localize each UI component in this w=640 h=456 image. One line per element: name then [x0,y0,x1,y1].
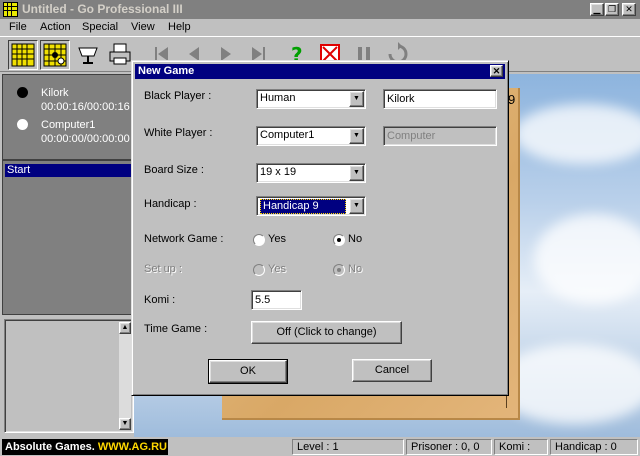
scale-icon[interactable] [74,40,104,70]
close-button[interactable]: ✕ [622,3,636,16]
maximize-button[interactable]: ❐ [605,3,619,16]
dialog-title: New Game [138,65,195,77]
cancel-button[interactable]: Cancel [352,359,432,382]
title-bar: Untitled - Go Professional III ▁ ❐ ✕ [0,0,640,19]
minimize-button[interactable]: ▁ [590,3,604,16]
network-game-label: Network Game : [144,233,224,245]
dialog-close-icon[interactable]: ✕ [490,65,503,77]
cloud [514,104,640,164]
handicap-label: Handicap : [144,198,197,210]
radio-dot [253,264,265,276]
cloud [534,214,640,304]
chevron-down-icon[interactable]: ▼ [349,128,364,144]
board-size-select[interactable]: 19 x 19 ▼ [256,163,366,183]
setup-no-label: No [348,263,363,275]
menu-action[interactable]: Action [40,21,71,33]
white-player-label: White Player : [144,127,213,139]
window-title: Untitled - Go Professional III [22,2,183,16]
white-player-name: Computer1 [41,119,96,131]
time-game-label: Time Game : [144,323,208,335]
chevron-down-icon[interactable]: ▼ [349,198,364,214]
white-name-field: Computer [383,126,497,146]
handicap-select[interactable]: Handicap 9 ▼ [256,196,366,216]
brand-text: Absolute Games. [5,441,95,453]
scroll-up-icon[interactable]: ▲ [119,322,131,334]
time-game-button[interactable]: Off (Click to change) [251,321,402,344]
white-player-value: Computer1 [260,129,315,141]
status-bar: Absolute Games. WWW.AG.RU Level : 1 Pris… [0,437,640,456]
black-stone-icon [17,87,28,98]
white-player-select[interactable]: Computer1 ▼ [256,126,366,146]
board-size-label: Board Size : [144,164,204,176]
menu-view[interactable]: View [131,21,155,33]
setup-no-radio: No [333,263,383,277]
network-no-radio[interactable]: No [333,233,383,247]
scroll-down-icon[interactable]: ▼ [119,418,131,430]
menu-bar: File Action Special View Help [0,19,640,36]
board-setup-icon[interactable] [40,40,70,70]
chevron-down-icon[interactable]: ▼ [349,165,364,181]
chevron-down-icon[interactable]: ▼ [349,91,364,107]
setup-label: Set up : [144,263,182,275]
network-no-label: No [348,233,363,245]
brand-url[interactable]: WWW.AG.RU [98,441,167,453]
black-name-field[interactable]: Kilork [383,89,497,109]
white-player-time: 00:00:00/00:00:00 [41,133,130,145]
go-board-app-icon[interactable] [3,2,18,17]
handicap-value: Handicap 9 [260,199,346,214]
new-game-dialog: New Game ✕ Black Player : Human ▼ Kilork… [131,60,509,396]
menu-help[interactable]: Help [168,21,191,33]
network-yes-radio[interactable]: Yes [253,233,303,247]
dialog-title-bar: New Game ✕ [135,64,505,79]
setup-yes-label: Yes [268,263,286,275]
scrollbar[interactable]: ▲ ▼ [119,322,131,430]
menu-special[interactable]: Special [82,21,118,33]
players-panel: Kilork 00:00:16/00:00:16 Computer1 00:00… [2,74,132,160]
board-size-value: 19 x 19 [260,166,297,178]
board-grid-icon[interactable] [8,40,38,70]
white-stone-icon [17,119,28,130]
ok-button[interactable]: OK [208,359,288,384]
setup-yes-radio: Yes [253,263,303,277]
network-yes-label: Yes [268,233,286,245]
black-player-time: 00:00:16/00:00:16 [41,101,130,113]
status-prisoner: Prisoner : 0, 0 [406,439,492,455]
radio-dot [333,264,345,276]
komi-label: Komi : [144,294,176,306]
list-item[interactable]: Start [5,164,131,177]
status-komi: Komi : 5.5 [494,439,548,456]
black-player-value: Human [260,92,296,104]
status-handicap: Handicap : 0 [550,439,638,455]
black-player-name: Kilork [41,87,69,99]
brand-banner[interactable]: Absolute Games. WWW.AG.RU [2,439,168,455]
comment-box[interactable]: ▲ ▼ [4,319,134,433]
menu-file[interactable]: File [9,21,27,33]
board-coordinate: 9 [508,92,516,107]
black-player-select[interactable]: Human ▼ [256,89,366,109]
radio-dot[interactable] [333,234,345,246]
move-list[interactable]: Start [2,160,132,315]
komi-field[interactable]: 5.5 [251,290,302,310]
black-player-label: Black Player : [144,90,212,102]
status-level: Level : 1 [292,439,404,455]
radio-dot[interactable] [253,234,265,246]
